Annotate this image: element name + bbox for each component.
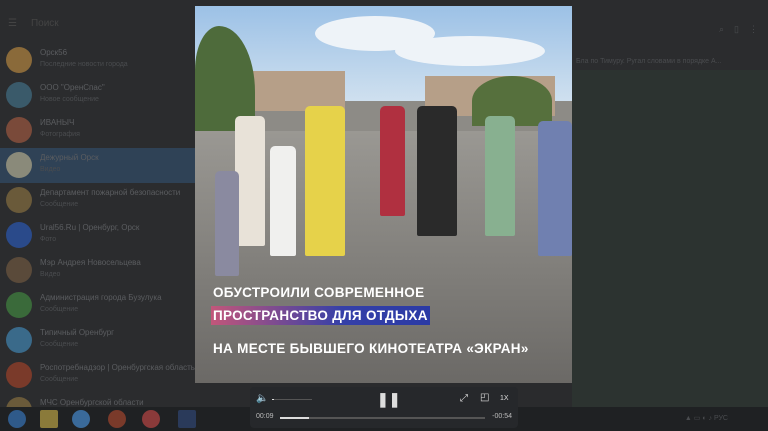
chat-list-item[interactable]: ООО "ОренСпас" Новое сообщение bbox=[0, 78, 200, 113]
volume-icon[interactable]: 🔈 bbox=[256, 393, 268, 404]
picture-in-picture-icon[interactable]: ◰ bbox=[480, 392, 489, 403]
chat-name: Ural56.Ru | Оренбург, Орск bbox=[40, 223, 140, 232]
remaining-time: -00:54 bbox=[492, 413, 512, 420]
chat-list-item[interactable]: Мэр Андрея Новосельцева Видео bbox=[0, 253, 200, 288]
chat-name: Роспотребнадзор | Оренбургская область bbox=[40, 363, 195, 372]
chat-list-item[interactable]: ИВАНЫЧ Фотография bbox=[0, 113, 200, 148]
search-input[interactable]: Поиск bbox=[31, 18, 59, 29]
chat-preview: Последние новости города bbox=[40, 61, 128, 68]
chat-name: МЧС Оренбургской области bbox=[40, 398, 144, 407]
pause-button[interactable]: ❚❚ bbox=[377, 391, 400, 408]
more-icon[interactable]: ⋮ bbox=[749, 24, 758, 35]
chat-avatar bbox=[6, 187, 32, 213]
pinned-message[interactable]: Бла по Тимуру. Ругал словами в порядке А… bbox=[576, 58, 722, 65]
chat-preview: Фотография bbox=[40, 131, 80, 138]
caption-line-2: ПРОСТРАНСТВО ДЛЯ ОТДЫХА bbox=[211, 306, 430, 325]
chat-avatar bbox=[6, 362, 32, 388]
yandex-browser-icon[interactable] bbox=[142, 410, 160, 428]
chat-preview: Видео bbox=[40, 166, 61, 173]
chat-name: Типичный Оренбург bbox=[40, 328, 115, 337]
chat-background bbox=[572, 70, 768, 407]
chat-avatar bbox=[6, 222, 32, 248]
chat-avatar bbox=[6, 327, 32, 353]
chat-list-sidebar: ☰ Поиск Орск56 Последние новости города … bbox=[0, 0, 200, 423]
chat-panel: ⌕ ▯ ⋮ Бла по Тимуру. Ругал словами в поряд… bbox=[572, 0, 768, 407]
chat-preview: Новое сообщение bbox=[40, 96, 99, 103]
chat-preview: Сообщение bbox=[40, 341, 79, 348]
chat-list-item[interactable]: Ural56.Ru | Оренбург, Орск Фото bbox=[0, 218, 200, 253]
telegram-taskbar-icon[interactable] bbox=[72, 410, 90, 428]
menu-icon[interactable]: ☰ bbox=[8, 18, 17, 29]
volume-slider[interactable] bbox=[272, 399, 312, 400]
sidebar-header: ☰ Поиск bbox=[8, 18, 59, 29]
chat-name: Департамент пожарной безопасности bbox=[40, 188, 181, 197]
chat-name: ИВАНЫЧ bbox=[40, 118, 75, 127]
chrome-icon[interactable] bbox=[108, 410, 126, 428]
caption-line-3: НА МЕСТЕ БЫВШЕГО КИНОТЕАТРА «ЭКРАН» bbox=[213, 341, 529, 356]
search-icon[interactable]: ⌕ bbox=[719, 24, 724, 35]
app-icon[interactable] bbox=[178, 410, 196, 428]
caption-line-1: ОБУСТРОИЛИ СОВРЕМЕННОЕ bbox=[213, 285, 425, 300]
playback-speed-button[interactable]: 1X bbox=[500, 395, 509, 402]
elapsed-time: 00:09 bbox=[256, 413, 274, 420]
chat-avatar bbox=[6, 292, 32, 318]
chat-list-item[interactable]: Департамент пожарной безопасности Сообще… bbox=[0, 183, 200, 218]
fullscreen-icon[interactable]: ⤢ bbox=[460, 393, 468, 404]
video-controls: 🔈 ❚❚ ⤢ ◰ 1X 00:09 -00:54 bbox=[250, 387, 518, 428]
chat-preview: Видео bbox=[40, 271, 61, 278]
chat-avatar bbox=[6, 82, 32, 108]
chat-avatar bbox=[6, 257, 32, 283]
system-tray: ▲ ▭ ◐ ♪ РУС bbox=[684, 415, 728, 422]
chat-list-item[interactable]: Дежурный Орск Видео bbox=[0, 148, 200, 183]
chat-preview: Фото bbox=[40, 236, 57, 243]
columns-icon[interactable]: ▯ bbox=[734, 24, 739, 35]
seek-bar[interactable] bbox=[280, 417, 485, 419]
chat-list-item[interactable]: Администрация города Бузулука Сообщение bbox=[0, 288, 200, 323]
chat-name: ООО "ОренСпас" bbox=[40, 83, 105, 92]
chat-avatar bbox=[6, 117, 32, 143]
file-explorer-icon[interactable] bbox=[40, 410, 58, 428]
video-frame[interactable]: ОБУСТРОИЛИ СОВРЕМЕННОЕ ПРОСТРАНСТВО ДЛЯ … bbox=[195, 6, 572, 383]
chat-avatar bbox=[6, 47, 32, 73]
chat-preview: Сообщение bbox=[40, 306, 79, 313]
chat-preview: Сообщение bbox=[40, 376, 79, 383]
chat-avatar bbox=[6, 152, 32, 178]
chat-list-item[interactable]: Орск56 Последние новости города bbox=[0, 43, 200, 78]
start-icon[interactable] bbox=[8, 410, 26, 428]
chat-list-item[interactable]: Типичный Оренбург Сообщение bbox=[0, 323, 200, 358]
chat-name: Дежурный Орск bbox=[40, 153, 99, 162]
chat-name: Орск56 bbox=[40, 48, 68, 57]
chat-name: Администрация города Бузулука bbox=[40, 293, 162, 302]
chat-preview: Сообщение bbox=[40, 201, 79, 208]
chat-list-item[interactable]: Роспотребнадзор | Оренбургская область С… bbox=[0, 358, 200, 393]
chat-name: Мэр Андрея Новосельцева bbox=[40, 258, 141, 267]
